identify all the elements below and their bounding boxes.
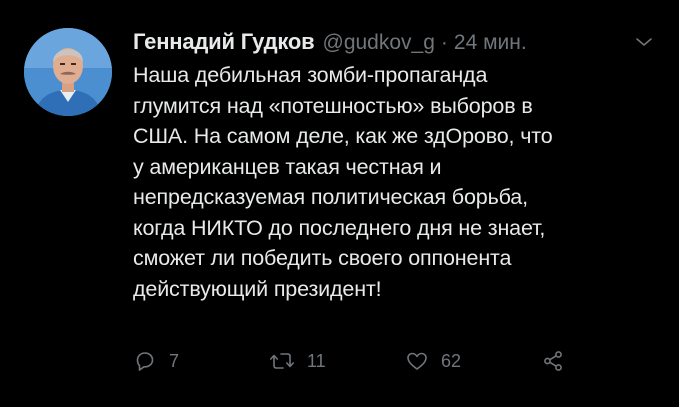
tweet-text-line: США. На самом деле, как же здОрово, что <box>133 124 553 148</box>
author-name[interactable]: Геннадий Гудков <box>133 26 315 58</box>
tweet-text: Наша дебильная зомби-пропаганда глумится… <box>133 60 663 304</box>
separator-dot: · <box>440 31 448 54</box>
like-count: 62 <box>441 350 462 371</box>
reply-button[interactable]: 7 <box>133 347 179 375</box>
reply-icon <box>136 352 154 371</box>
more-options-button[interactable] <box>632 30 656 54</box>
retweet-icon <box>270 353 294 369</box>
share-button[interactable] <box>541 347 565 375</box>
share-icon <box>544 351 562 371</box>
tweet-header: Геннадий Гудков @gudkov_g · 24 мин. <box>133 26 527 58</box>
heart-icon <box>407 352 427 370</box>
tweet-text-line: действующий президент! <box>133 276 382 301</box>
retweet-button[interactable]: 11 <box>269 347 326 375</box>
tweet-text-line: когда НИКТО до последнего дня не знает, <box>133 215 546 240</box>
tweet-text-line: глумится над «потешностью» выборов в <box>133 93 533 118</box>
tweet-text-line: непредсказуемая политическая борьба, <box>133 185 528 209</box>
tweet-actions: 7 11 62 <box>133 347 593 375</box>
avatar-image <box>24 28 112 116</box>
chevron-down-icon <box>636 38 652 46</box>
like-button[interactable]: 62 <box>405 347 461 375</box>
avatar[interactable] <box>24 28 112 116</box>
tweet-text-line: Наша дебильная зомби-пропаганда <box>133 63 488 87</box>
reply-count: 7 <box>169 350 180 371</box>
tweet-text-line: у американцев такая честная и <box>133 154 442 179</box>
tweet[interactable]: Геннадий Гудков @gudkov_g · 24 мин. Наша… <box>0 0 679 407</box>
author-handle[interactable]: @gudkov_g <box>323 27 435 59</box>
tweet-text-line: сможет ли победить своего оппонента <box>133 246 512 270</box>
timestamp[interactable]: 24 мин. <box>454 27 527 59</box>
retweet-count: 11 <box>307 350 326 371</box>
